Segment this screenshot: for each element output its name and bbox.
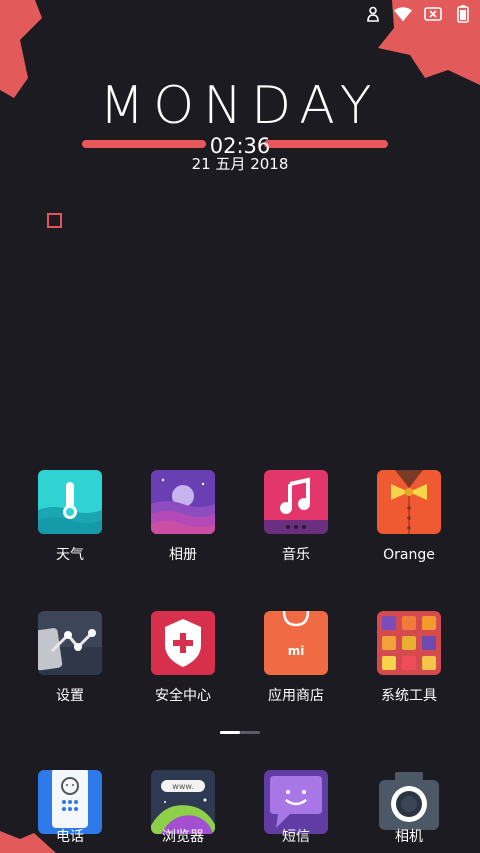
dock-browser[interactable]: www. 浏览器 <box>128 770 238 846</box>
app-label: 浏览器 <box>162 829 204 845</box>
dock-messages[interactable]: 短信 <box>241 770 351 846</box>
sim-off-icon <box>424 5 442 23</box>
music-icon <box>264 470 328 534</box>
app-label: 电话 <box>56 829 84 845</box>
svg-text:www.: www. <box>172 782 193 791</box>
app-label: 相机 <box>395 829 423 845</box>
page-indicator[interactable] <box>220 731 260 734</box>
app-app-store[interactable]: mi 应用商店 <box>241 611 351 705</box>
app-security-center[interactable]: 安全中心 <box>128 611 238 705</box>
app-gallery[interactable]: 相册 <box>128 470 238 564</box>
app-label: Orange <box>383 547 435 563</box>
dock-camera[interactable]: 相机 <box>354 770 464 846</box>
clock-widget[interactable]: MONDAY 02:36 21 五月 2018 <box>0 78 480 188</box>
wifi-icon <box>394 5 412 23</box>
messages-icon <box>264 770 328 834</box>
app-music[interactable]: 音乐 <box>241 470 351 564</box>
phone-icon <box>38 770 102 834</box>
app-label: 安全中心 <box>155 688 211 704</box>
clock-date: 21 五月 2018 <box>191 155 289 173</box>
app-system-tools-folder[interactable]: 系统工具 <box>354 611 464 705</box>
app-label: 应用商店 <box>268 688 324 704</box>
app-weather[interactable]: 天气 <box>15 470 125 564</box>
app-label: 天气 <box>56 547 84 563</box>
gallery-icon <box>151 470 215 534</box>
day-of-week: MONDAY <box>99 76 381 136</box>
app-settings[interactable]: 设置 <box>15 611 125 705</box>
status-bar <box>364 4 472 24</box>
home-screen: { "status_bar": { "icons": ["person-icon… <box>0 0 480 853</box>
app-label: 相册 <box>169 547 197 563</box>
square-widget-icon[interactable] <box>47 213 62 228</box>
app-orange[interactable]: Orange <box>354 470 464 564</box>
weather-icon <box>38 470 102 534</box>
app-label: 系统工具 <box>381 688 437 704</box>
battery-icon <box>454 5 472 23</box>
settings-icon <box>38 611 102 675</box>
app-label: 短信 <box>282 829 310 845</box>
page-dot-active <box>220 731 240 734</box>
person-icon <box>364 5 382 23</box>
browser-icon: www. <box>151 770 215 834</box>
camera-icon <box>377 770 441 834</box>
security-icon <box>151 611 215 675</box>
orange-theme-icon <box>377 470 441 534</box>
page-dot <box>240 731 260 734</box>
dock-phone[interactable]: 电话 <box>15 770 125 846</box>
system-tools-folder-icon <box>377 611 441 675</box>
app-store-icon: mi <box>264 611 328 675</box>
app-label: 音乐 <box>282 547 310 563</box>
svg-text:mi: mi <box>288 644 305 658</box>
app-label: 设置 <box>56 688 84 704</box>
